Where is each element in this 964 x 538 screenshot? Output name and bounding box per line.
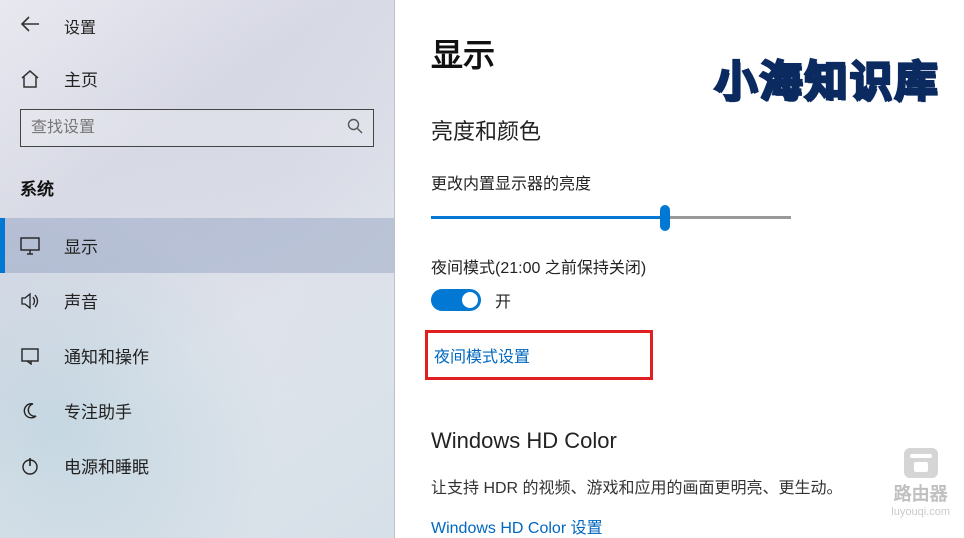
night-mode-toggle[interactable] [431, 289, 481, 311]
sidebar-item-label: 声音 [64, 288, 98, 313]
watermark-sub: luyouqi.com [891, 506, 950, 518]
sound-icon [20, 291, 40, 311]
home-icon [20, 69, 40, 89]
search-box[interactable] [20, 109, 374, 147]
toggle-state-label: 开 [495, 288, 511, 312]
sidebar: 设置 主页 系统 显示 声音 通知和操作 [0, 0, 395, 538]
highlight-box: 夜间模式设置 [425, 330, 653, 380]
slider-fill [431, 216, 665, 219]
notification-icon [20, 346, 40, 366]
sidebar-item-sound[interactable]: 声音 [0, 273, 394, 328]
sidebar-item-label: 显示 [64, 233, 98, 258]
sidebar-item-notifications[interactable]: 通知和操作 [0, 328, 394, 383]
night-mode-settings-link[interactable]: 夜间模式设置 [434, 349, 530, 366]
page-title: 显示 [431, 30, 928, 76]
back-icon[interactable] [20, 15, 40, 38]
toggle-knob [462, 292, 478, 308]
search-icon [347, 118, 363, 139]
night-mode-label: 夜间模式(21:00 之前保持关闭) [431, 254, 928, 278]
header-row: 设置 [0, 0, 394, 46]
sidebar-item-focus[interactable]: 专注助手 [0, 383, 394, 438]
search-input[interactable] [31, 119, 347, 137]
sidebar-item-label: 专注助手 [64, 398, 132, 423]
brightness-label: 更改内置显示器的亮度 [431, 170, 928, 194]
moon-icon [20, 401, 40, 421]
sidebar-item-display[interactable]: 显示 [0, 218, 394, 273]
monitor-icon [20, 236, 40, 256]
brightness-slider[interactable] [431, 204, 791, 232]
power-icon [20, 456, 40, 476]
sidebar-item-label: 电源和睡眠 [64, 453, 149, 478]
category-label: 系统 [0, 167, 394, 218]
section-hdcolor-heading: Windows HD Color [431, 428, 928, 454]
section-brightness-heading: 亮度和颜色 [431, 114, 928, 146]
sidebar-item-label: 通知和操作 [64, 343, 149, 368]
sidebar-item-power[interactable]: 电源和睡眠 [0, 438, 394, 493]
content-area: 显示 亮度和颜色 更改内置显示器的亮度 夜间模式(21:00 之前保持关闭) 开… [395, 0, 964, 538]
hdcolor-settings-link[interactable]: Windows HD Color 设置 [431, 520, 603, 537]
home-nav[interactable]: 主页 [0, 46, 394, 105]
home-label: 主页 [64, 66, 98, 91]
night-mode-toggle-row: 开 [431, 288, 928, 312]
slider-thumb[interactable] [660, 205, 670, 231]
header-title: 设置 [64, 14, 96, 38]
hdcolor-description: 让支持 HDR 的视频、游戏和应用的画面更明亮、更生动。 [431, 478, 928, 500]
